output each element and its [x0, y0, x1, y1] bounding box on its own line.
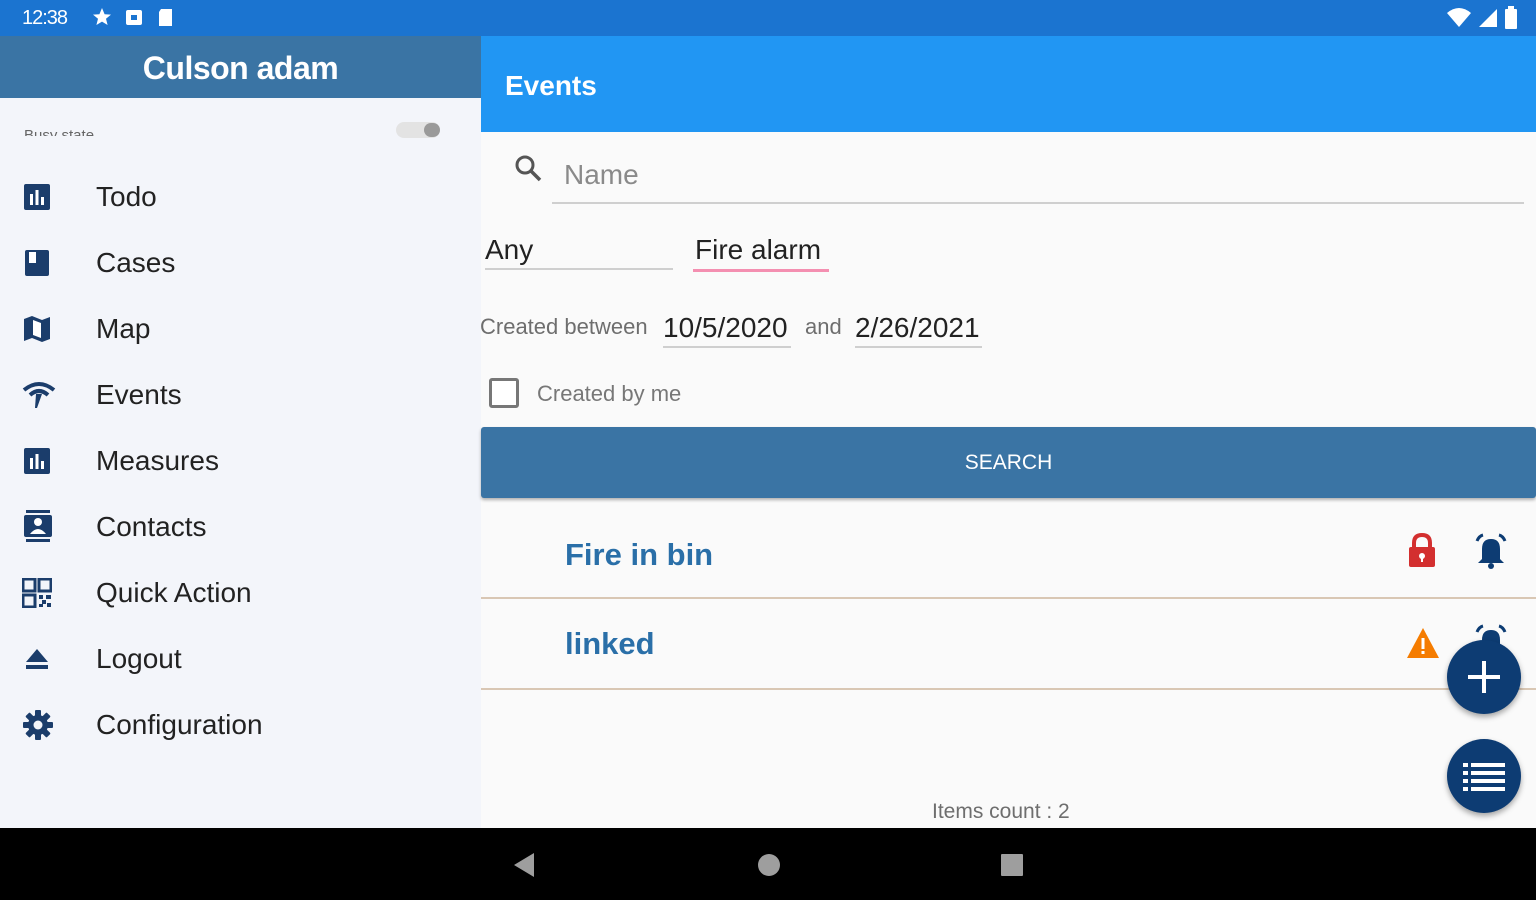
- list-view-button[interactable]: [1447, 739, 1521, 813]
- signal-icon: [0, 380, 96, 410]
- page-title: Events: [505, 70, 597, 101]
- menu-item-todo[interactable]: Todo: [0, 164, 481, 230]
- menu-item-map[interactable]: Map: [0, 296, 481, 362]
- user-name: Culson adam: [142, 50, 339, 86]
- event-title: Fire in bin: [565, 537, 714, 572]
- back-icon[interactable]: [512, 852, 536, 883]
- recents-icon[interactable]: [1000, 852, 1024, 883]
- bar-chart-icon: [0, 182, 96, 212]
- menu-item-events[interactable]: Events: [0, 362, 481, 428]
- system-navigation-bar: [0, 828, 1536, 900]
- menu-label: Measures: [96, 445, 219, 476]
- menu-label: Configuration: [96, 709, 263, 740]
- menu-label: Cases: [96, 247, 176, 278]
- gear-icon: [0, 709, 96, 741]
- menu-item-logout[interactable]: Logout: [0, 626, 481, 692]
- menu-label: Map: [96, 313, 151, 344]
- menu-label: Contacts: [96, 511, 207, 542]
- drawer-menu: Todo Cases Map Events Measures Contacts …: [0, 164, 481, 758]
- stop-square-icon: [126, 10, 142, 25]
- busy-state-label: Busy state: [24, 127, 95, 136]
- bar-chart-icon: [0, 446, 96, 476]
- cell-signal-icon: [1479, 9, 1497, 27]
- alarm-bell-icon: [1473, 533, 1509, 574]
- menu-item-quick-action[interactable]: Quick Action: [0, 560, 481, 626]
- type-filter-select[interactable]: Fire alarm: [693, 228, 829, 272]
- event-title: linked: [565, 626, 655, 661]
- created-by-me-checkbox[interactable]: [489, 378, 519, 408]
- navigation-drawer: Culson adam Busy state Todo Cases Map Ev…: [0, 36, 481, 828]
- lock-icon: [1407, 532, 1437, 574]
- book-icon: [0, 248, 96, 278]
- items-count: Items count : 2: [932, 800, 1070, 823]
- menu-item-configuration[interactable]: Configuration: [0, 692, 481, 758]
- menu-item-cases[interactable]: Cases: [0, 230, 481, 296]
- menu-label: Events: [96, 379, 182, 410]
- warning-icon: [1405, 626, 1441, 665]
- status-bar: 12:38: [0, 0, 1536, 36]
- created-between-label: Created between: [480, 314, 648, 339]
- event-row[interactable]: Fire in bin: [481, 509, 1536, 599]
- name-search-input[interactable]: [552, 148, 1524, 204]
- list-icon: [1463, 763, 1505, 791]
- created-by-me-label: Created by me: [537, 381, 682, 406]
- date-to-picker[interactable]: 2/26/2021: [855, 308, 982, 348]
- home-icon[interactable]: [756, 852, 782, 883]
- star-icon: [93, 8, 111, 25]
- toggle-knob: [424, 123, 440, 137]
- event-row[interactable]: linked: [481, 600, 1536, 690]
- app-bar: Events: [481, 36, 1536, 132]
- busy-state-toggle[interactable]: [396, 122, 440, 138]
- date-from-picker[interactable]: 10/5/2020: [663, 308, 791, 348]
- wifi-icon: [1447, 8, 1471, 27]
- qr-code-icon: [0, 578, 96, 608]
- search-button[interactable]: SEARCH: [481, 427, 1536, 498]
- sd-card-icon: [159, 9, 172, 26]
- drawer-header: Culson adam: [0, 36, 481, 98]
- battery-icon: [1505, 6, 1517, 29]
- eject-icon: [0, 644, 96, 674]
- menu-item-contacts[interactable]: Contacts: [0, 494, 481, 560]
- state-filter-select[interactable]: Any: [485, 228, 673, 270]
- menu-label: Todo: [96, 181, 157, 212]
- search-icon: [512, 152, 544, 189]
- status-time: 12:38: [22, 7, 68, 29]
- menu-label: Quick Action: [96, 577, 252, 608]
- plus-icon: [1468, 661, 1500, 693]
- menu-label: Logout: [96, 643, 182, 674]
- map-icon: [0, 314, 96, 344]
- notification-icons: [92, 6, 176, 28]
- system-icons: [1446, 6, 1518, 30]
- contacts-icon: [0, 510, 96, 544]
- add-event-button[interactable]: [1447, 640, 1521, 714]
- date-and-label: and: [805, 314, 842, 339]
- menu-item-measures[interactable]: Measures: [0, 428, 481, 494]
